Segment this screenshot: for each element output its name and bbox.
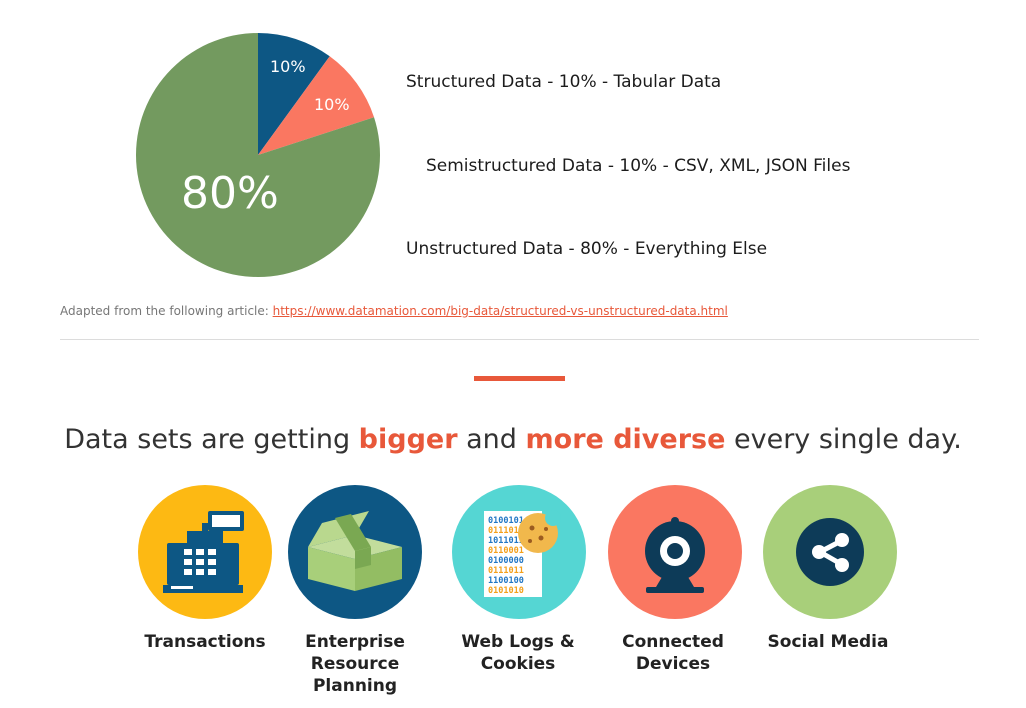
slice-label-structured: 10% bbox=[270, 57, 306, 76]
divider bbox=[60, 339, 979, 340]
svg-text:1100100: 1100100 bbox=[488, 576, 524, 586]
headline-text-1: Data sets are getting bbox=[64, 424, 359, 455]
share-icon bbox=[763, 485, 897, 619]
legend-semistructured: Semistructured Data - 10% - CSV, XML, JS… bbox=[426, 156, 851, 176]
webcam-icon bbox=[608, 485, 742, 619]
svg-text:0111011: 0111011 bbox=[488, 566, 524, 576]
accent-bar bbox=[474, 376, 565, 381]
source-link[interactable]: https://www.datamation.com/big-data/stru… bbox=[273, 304, 728, 318]
headline-highlight-bigger: bigger bbox=[358, 424, 458, 455]
slice-label-semistructured: 10% bbox=[314, 95, 350, 114]
legend-unstructured: Unstructured Data - 80% - Everything Els… bbox=[406, 239, 768, 259]
headline-highlight-diverse: more diverse bbox=[525, 424, 726, 455]
box-icon bbox=[288, 485, 422, 619]
svg-text:0101010: 0101010 bbox=[488, 586, 524, 596]
source-label-connected-devices: Connected Devices bbox=[622, 632, 724, 674]
headline-text-2: and bbox=[457, 424, 526, 455]
svg-text:1011011: 1011011 bbox=[488, 536, 524, 546]
svg-text:0100101: 0100101 bbox=[488, 516, 524, 526]
pie-chart bbox=[136, 33, 380, 277]
source-label-social-media: Social Media bbox=[767, 632, 889, 652]
svg-text:0100000: 0100000 bbox=[488, 556, 524, 566]
svg-text:0110001: 0110001 bbox=[488, 546, 524, 556]
slice-label-unstructured: 80% bbox=[181, 168, 279, 219]
source-label-erp: Enterprise Resource Planning bbox=[305, 632, 405, 696]
headline-text-3: every single day. bbox=[725, 424, 962, 455]
source-label-transactions: Transactions bbox=[144, 632, 266, 652]
cash-register-icon bbox=[138, 485, 272, 619]
binary-cookie-icon: 0100101 0111010 1011011 0110001 0100000 … bbox=[452, 485, 586, 619]
legend-structured: Structured Data - 10% - Tabular Data bbox=[406, 72, 722, 92]
source-label-web-logs: Web Logs & Cookies bbox=[461, 632, 575, 674]
source-note: Adapted from the following article: http… bbox=[60, 304, 728, 318]
headline: Data sets are getting bigger and more di… bbox=[0, 424, 1026, 455]
source-prefix: Adapted from the following article: bbox=[60, 304, 273, 318]
